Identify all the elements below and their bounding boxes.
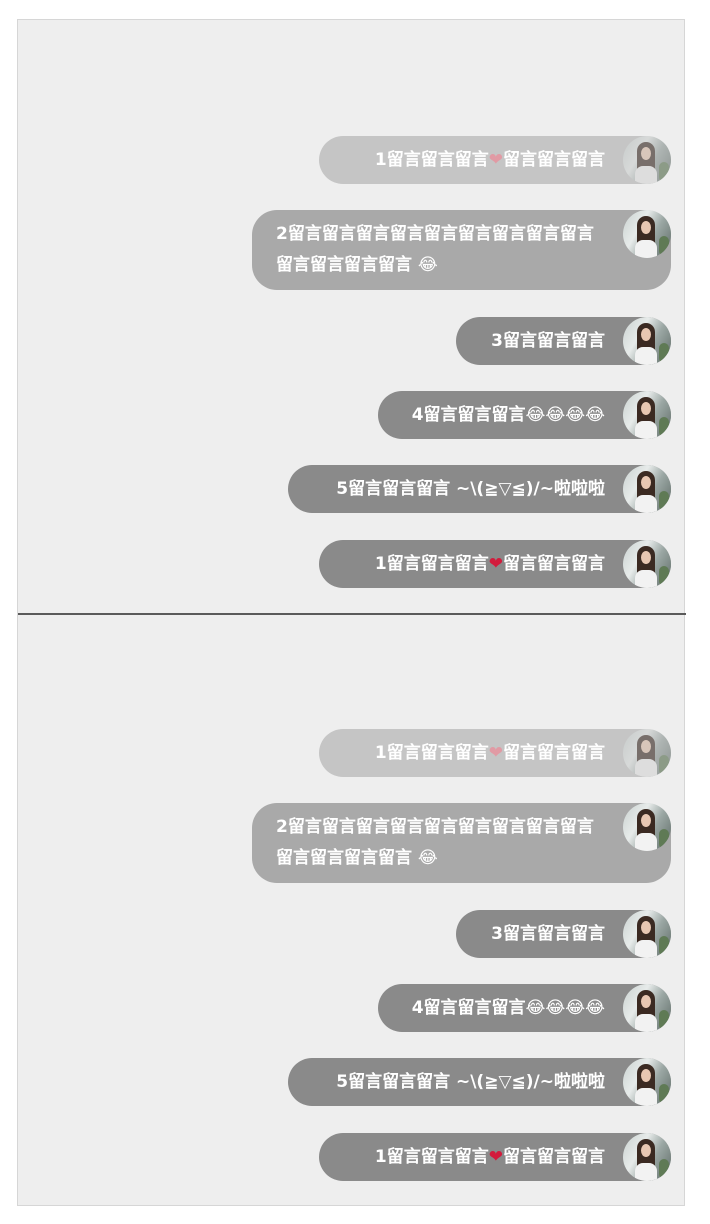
avatar (623, 803, 671, 851)
comment-text: 5留言留言留言 ~\(≧▽≦)/~啦啦啦 (336, 478, 605, 499)
comment-bubble: 5留言留言留言 ~\(≧▽≦)/~啦啦啦 (288, 1058, 671, 1106)
comment-bubble: 5留言留言留言 ~\(≧▽≦)/~啦啦啦 (288, 465, 671, 513)
comment-text: 1留言留言留言❤留言留言留言 (374, 742, 605, 763)
avatar (623, 391, 671, 439)
heart-icon: ❤ (488, 1146, 503, 1167)
avatar (623, 317, 671, 365)
comment-text: 1留言留言留言❤留言留言留言 (374, 1146, 605, 1167)
avatar (623, 465, 671, 513)
avatar (623, 910, 671, 958)
comment-text: 3留言留言留言 (491, 923, 605, 944)
avatar (623, 1133, 671, 1181)
avatar (623, 729, 671, 777)
heart-icon: ❤ (488, 553, 503, 574)
comment-bubble: 4留言留言留言😂😂😂😂 (378, 391, 671, 439)
comment-text: 4留言留言留言😂😂😂😂 (411, 404, 605, 425)
comment-text: 2留言留言留言留言留言留言留言留言留言留言留言留言留言 😂 (276, 817, 594, 868)
comment-text: 1留言留言留言❤留言留言留言 (374, 553, 605, 574)
comment-preview-frame: 1留言留言留言❤留言留言留言 2留言留言留言留言留言留言留言留言留言留言留言留言… (17, 19, 686, 1207)
comment-panel-bottom: 1留言留言留言❤留言留言留言 2留言留言留言留言留言留言留言留言留言留言留言留言… (18, 615, 686, 1207)
comment-bubble: 1留言留言留言❤留言留言留言 (319, 729, 671, 777)
comment-panel-top: 1留言留言留言❤留言留言留言 2留言留言留言留言留言留言留言留言留言留言留言留言… (18, 20, 686, 614)
comment-text: 1留言留言留言❤留言留言留言 (374, 149, 605, 170)
comment-bubble: 4留言留言留言😂😂😂😂 (378, 984, 671, 1032)
comment-bubble: 1留言留言留言❤留言留言留言 (319, 540, 671, 588)
heart-icon: ❤ (488, 742, 503, 763)
avatar (623, 1058, 671, 1106)
comment-text: 4留言留言留言😂😂😂😂 (411, 997, 605, 1018)
comment-bubble: 2留言留言留言留言留言留言留言留言留言留言留言留言留言 😂 (252, 210, 671, 290)
comment-bubble: 1留言留言留言❤留言留言留言 (319, 136, 671, 184)
heart-icon: ❤ (488, 149, 503, 170)
comment-text: 2留言留言留言留言留言留言留言留言留言留言留言留言留言 😂 (276, 224, 594, 275)
avatar (623, 540, 671, 588)
avatar (623, 984, 671, 1032)
comment-bubble: 2留言留言留言留言留言留言留言留言留言留言留言留言留言 😂 (252, 803, 671, 883)
comment-bubble: 1留言留言留言❤留言留言留言 (319, 1133, 671, 1181)
comment-text: 5留言留言留言 ~\(≧▽≦)/~啦啦啦 (336, 1071, 605, 1092)
comment-text: 3留言留言留言 (491, 330, 605, 351)
comment-bubble: 3留言留言留言 (456, 910, 671, 958)
avatar (623, 136, 671, 184)
comment-bubble: 3留言留言留言 (456, 317, 671, 365)
avatar (623, 210, 671, 258)
